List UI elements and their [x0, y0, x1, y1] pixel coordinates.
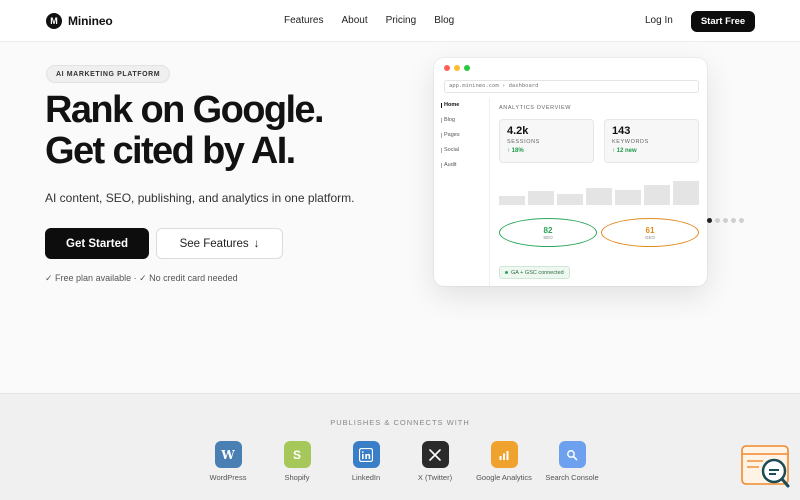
- carousel-dot-4[interactable]: [731, 218, 736, 223]
- carousel-dot-2[interactable]: [715, 218, 720, 223]
- status-dot-icon: [505, 271, 508, 274]
- sessions-change: ↑ 18%: [507, 148, 524, 154]
- get-started-button[interactable]: Get Started: [45, 228, 149, 259]
- nav-link-blog[interactable]: Blog: [434, 15, 454, 26]
- geo-score-ring: 61 GEO: [601, 218, 699, 247]
- chat-widget-button[interactable]: [741, 445, 791, 489]
- window-controls: [444, 65, 470, 71]
- integration-wordpress[interactable]: W WordPress: [188, 441, 268, 482]
- carousel-dot-5[interactable]: [739, 218, 744, 223]
- nav-link-features[interactable]: Features: [284, 15, 323, 26]
- sessions-label: SESSIONS: [507, 139, 540, 145]
- eyebrow-badge: AI MARKETING PLATFORM: [46, 65, 171, 83]
- overview-title: ANALYTICS OVERVIEW: [499, 105, 572, 111]
- sidebar-item-audit: Audit: [434, 158, 489, 173]
- chat-search-icon: [741, 445, 790, 488]
- integration-label: X (Twitter): [417, 473, 453, 482]
- traffic-bar: [615, 190, 641, 205]
- traffic-bar: [586, 188, 612, 205]
- see-features-button[interactable]: See Features ↓: [156, 228, 283, 259]
- keywords-change: ↑ 12 new: [612, 148, 637, 154]
- traffic-bar: [499, 196, 525, 205]
- hero-title: Rank on Google. Get cited by AI.: [45, 90, 385, 172]
- geo-score-label: GEO: [644, 234, 655, 240]
- carousel-dot-3[interactable]: [723, 218, 728, 223]
- start-free-button[interactable]: Start Free: [691, 11, 755, 32]
- hero-note: ✓ Free plan available · ✓ No credit card…: [45, 273, 238, 283]
- integration-label: LinkedIn: [351, 473, 381, 482]
- keywords-card: 143 KEYWORDS ↑ 12 new: [604, 119, 699, 163]
- sessions-card: 4.2k SESSIONS ↑ 18%: [499, 119, 594, 163]
- integration-linkedin[interactable]: LinkedIn: [326, 441, 406, 482]
- sidebar-item-home: Home: [434, 98, 489, 113]
- logo-icon: M: [46, 13, 62, 29]
- traffic-bar-chart: [499, 178, 699, 205]
- search-console-icon: [558, 441, 586, 468]
- hero-title-line-1: Rank on Google.: [45, 89, 325, 131]
- hero-title-line-2: Get cited by AI.: [45, 130, 296, 172]
- nav-link-pricing[interactable]: Pricing: [386, 15, 417, 26]
- traffic-bar: [644, 185, 670, 205]
- traffic-bar: [528, 191, 554, 205]
- address-bar: app.minineo.com › dashboard: [444, 80, 699, 93]
- keywords-label: KEYWORDS: [612, 139, 649, 145]
- seo-score-value: 82: [543, 225, 553, 235]
- carousel-indicators: [707, 218, 744, 223]
- connection-badge: GA + GSC connected: [499, 266, 570, 279]
- sidebar-item-blog: Blog: [434, 113, 489, 128]
- integration-shopify[interactable]: S Shopify: [257, 441, 337, 482]
- carousel-dot-1[interactable]: [707, 218, 712, 223]
- integrations-title: PUBLISHES & CONNECTS WITH: [330, 418, 470, 427]
- geo-score-value: 61: [645, 225, 655, 235]
- dashboard-sidebar: Home Blog Pages Social Audit: [434, 98, 490, 286]
- nav-link-about[interactable]: About: [341, 15, 367, 26]
- see-features-label: See Features: [179, 237, 249, 250]
- sidebar-item-pages: Pages: [434, 128, 489, 143]
- connection-label: GA + GSC connected: [511, 269, 564, 276]
- integration-x-twitter[interactable]: X (Twitter): [395, 441, 475, 482]
- integration-label: Shopify: [284, 473, 310, 482]
- linkedin-icon: [352, 441, 380, 468]
- traffic-bar: [673, 181, 699, 205]
- brand-name: Minineo: [68, 14, 113, 28]
- sidebar-item-social: Social: [434, 143, 489, 158]
- arrow-down-icon: ↓: [253, 237, 260, 250]
- maximize-dot-icon: [464, 65, 470, 71]
- sessions-value: 4.2k: [507, 125, 529, 137]
- close-dot-icon: [444, 65, 450, 71]
- seo-score-label: SEO: [543, 234, 553, 240]
- traffic-bar: [557, 194, 583, 205]
- shopify-icon: S: [283, 441, 311, 468]
- brand-logo[interactable]: M Minineo: [46, 13, 113, 29]
- seo-score-ring: 82 SEO: [499, 218, 597, 247]
- integration-search-console[interactable]: Search Console: [532, 441, 612, 482]
- keywords-value: 143: [612, 125, 631, 137]
- nav-links: Features About Pricing Blog: [284, 15, 454, 26]
- wordpress-icon: W: [214, 441, 242, 468]
- x-twitter-icon: [421, 441, 449, 468]
- dashboard-preview: app.minineo.com › dashboard Home Blog Pa…: [434, 58, 707, 286]
- login-link[interactable]: Log In: [645, 15, 673, 26]
- top-nav: M Minineo Features About Pricing Blog Lo…: [0, 0, 800, 42]
- google-analytics-icon: [490, 441, 518, 468]
- integration-label: Search Console: [545, 473, 599, 482]
- minimize-dot-icon: [454, 65, 460, 71]
- integration-label: WordPress: [209, 473, 247, 482]
- hero-subtitle: AI content, SEO, publishing, and analyti…: [45, 191, 355, 205]
